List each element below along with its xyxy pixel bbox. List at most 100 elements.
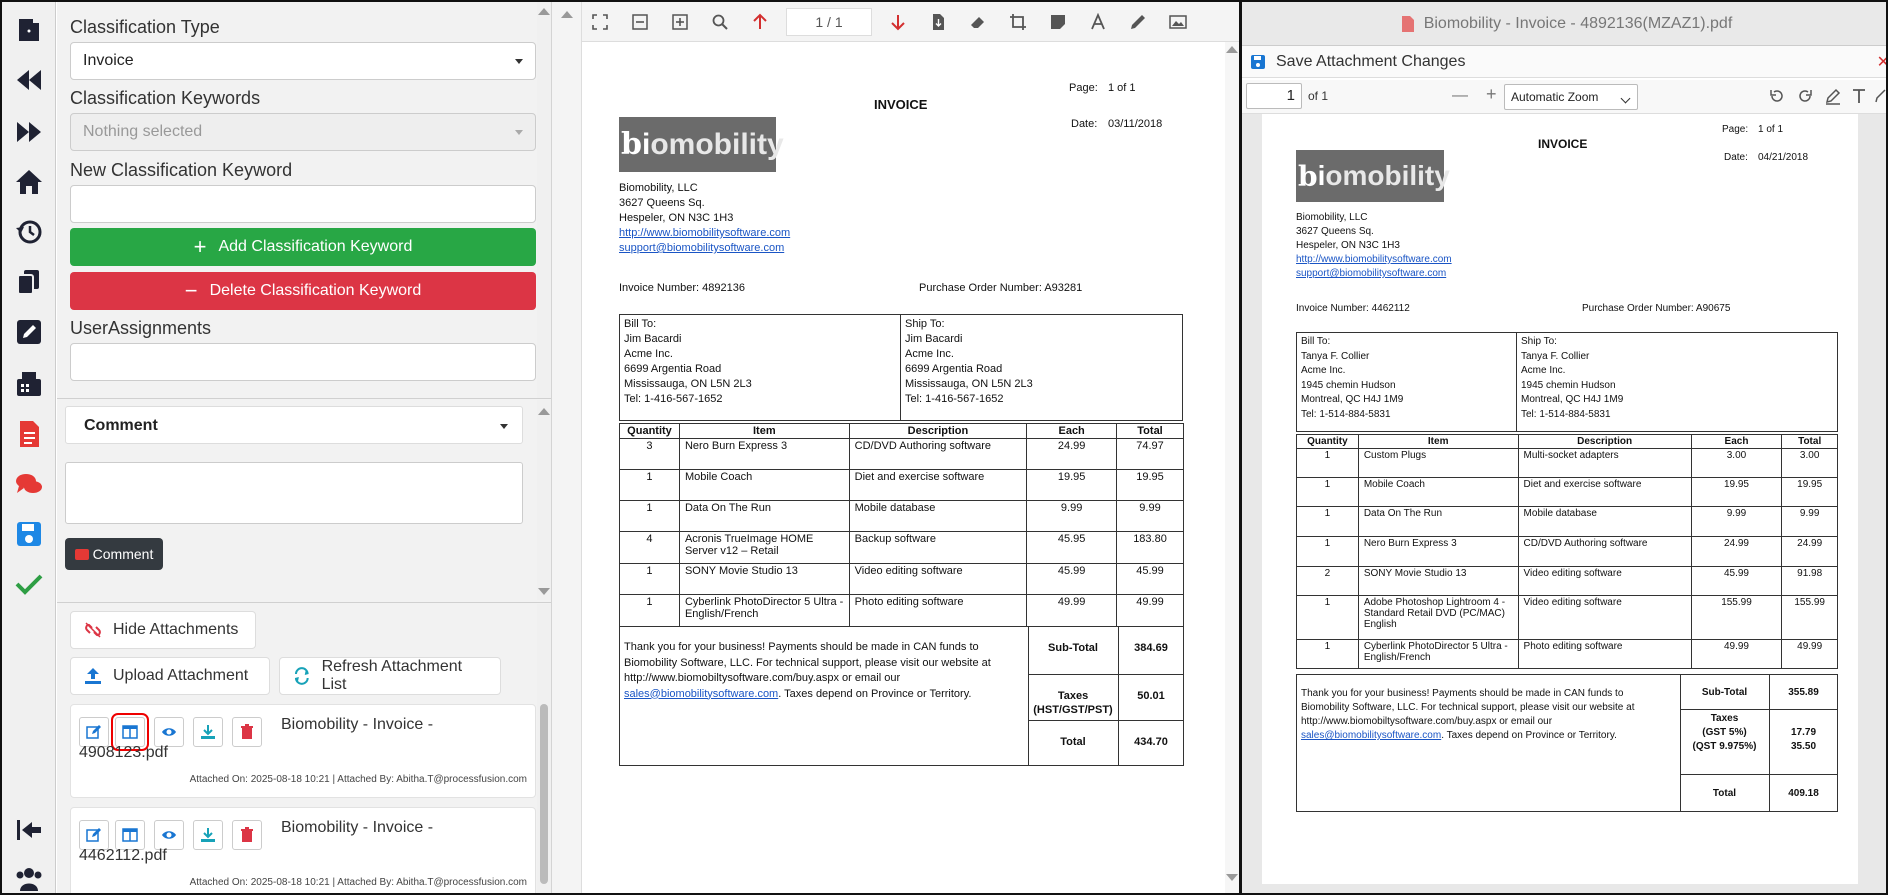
cell: 49.99 bbox=[1026, 594, 1118, 627]
scroll-down-icon[interactable] bbox=[1226, 874, 1238, 881]
fast-forward-icon[interactable] bbox=[11, 114, 47, 150]
cell: Acronis TrueImage HOME Server v12 – Reta… bbox=[678, 531, 850, 564]
cell: 1 bbox=[619, 563, 680, 595]
zoom-select[interactable]: Automatic Zoom bbox=[1504, 84, 1638, 110]
image-icon[interactable] bbox=[1166, 10, 1190, 34]
pdf-scrollbar[interactable] bbox=[1225, 42, 1239, 893]
hide-attachments-button[interactable]: Hide Attachments bbox=[70, 611, 256, 649]
upload-attachment-button[interactable]: Upload Attachment bbox=[70, 657, 270, 695]
draw-icon[interactable] bbox=[1874, 87, 1886, 110]
door-exit-icon[interactable] bbox=[11, 12, 47, 48]
fullscreen-icon[interactable] bbox=[588, 10, 612, 34]
save-attachment-bar[interactable]: Save Attachment Changes ✕ bbox=[1242, 46, 1886, 78]
checkmark-icon[interactable] bbox=[11, 566, 47, 602]
table-row: 3 Nero Burn Express 3 CD/DVD Authoring sof… bbox=[619, 438, 1184, 470]
company-web-link[interactable]: http://www.biomobilitysoftware.com bbox=[1296, 254, 1452, 265]
download-attachment-button[interactable] bbox=[193, 717, 223, 747]
page-number-input[interactable]: 1 bbox=[1246, 83, 1302, 109]
new-keyword-input[interactable] bbox=[70, 185, 536, 223]
highlight-icon[interactable] bbox=[1824, 87, 1842, 110]
scrollbar-thumb[interactable] bbox=[540, 704, 548, 884]
scroll-down-icon[interactable] bbox=[538, 588, 550, 595]
text-annotation-icon[interactable] bbox=[1850, 87, 1868, 110]
total-value: 434.70 bbox=[1134, 736, 1168, 748]
next-page-icon[interactable] bbox=[886, 10, 910, 34]
edit-icon[interactable] bbox=[11, 314, 47, 350]
delete-attachment-button[interactable] bbox=[232, 820, 262, 850]
classification-type-select[interactable]: Invoice bbox=[70, 42, 536, 80]
cell: Video editing software bbox=[1517, 566, 1692, 596]
delete-attachment-button[interactable] bbox=[232, 717, 262, 747]
zoom-in-icon[interactable]: + bbox=[1486, 84, 1497, 105]
edit-attachment-button[interactable] bbox=[79, 820, 109, 850]
split-view-button[interactable] bbox=[115, 820, 145, 850]
rotate-ccw-icon[interactable] bbox=[1768, 87, 1786, 110]
page-indicator[interactable]: 1 / 1 bbox=[786, 8, 872, 36]
zoom-out-icon[interactable] bbox=[628, 10, 652, 34]
view-attachment-button[interactable] bbox=[154, 717, 184, 747]
attachments-scrollbar[interactable] bbox=[537, 604, 551, 893]
zoom-in-icon[interactable] bbox=[668, 10, 692, 34]
scroll-up-icon[interactable] bbox=[538, 408, 550, 415]
save-icon[interactable] bbox=[11, 516, 47, 552]
company-email-link[interactable]: support@biomobilitysoftware.com bbox=[1296, 268, 1446, 279]
user-assignments-input[interactable] bbox=[70, 343, 536, 381]
invoice-number: Invoice Number: 4892136 bbox=[619, 282, 745, 294]
scroll-up-icon[interactable] bbox=[538, 8, 550, 15]
form-scrollbar[interactable] bbox=[537, 2, 551, 398]
totals-line bbox=[1680, 709, 1838, 710]
crop-icon[interactable] bbox=[1006, 10, 1030, 34]
sticky-note-icon[interactable] bbox=[1046, 10, 1070, 34]
company-web-link[interactable]: http://www.biomobilitysoftware.com bbox=[619, 227, 790, 239]
search-icon[interactable] bbox=[708, 10, 732, 34]
pen-icon[interactable] bbox=[1126, 10, 1150, 34]
text-tool-icon[interactable] bbox=[1086, 10, 1110, 34]
zoom-out-icon[interactable]: — bbox=[1452, 87, 1468, 105]
comment-button[interactable]: Comment bbox=[65, 538, 163, 570]
sales-email-link[interactable]: sales@biomobilitysoftware.com bbox=[1301, 730, 1441, 741]
bill-to-line: Acme Inc. bbox=[624, 348, 673, 360]
pdf-document-icon[interactable] bbox=[11, 416, 47, 452]
view-attachment-button[interactable] bbox=[154, 820, 184, 850]
comment-scrollbar[interactable] bbox=[537, 400, 551, 600]
eye-icon bbox=[162, 831, 176, 839]
refresh-attachment-button[interactable]: Refresh Attachment List bbox=[279, 657, 501, 695]
download-attachment-button[interactable] bbox=[193, 820, 223, 850]
cell: 1 bbox=[619, 469, 680, 501]
scroll-up-icon[interactable] bbox=[1226, 46, 1238, 53]
users-group-icon[interactable] bbox=[11, 860, 47, 893]
cell: Diet and exercise software bbox=[848, 469, 1028, 501]
history-icon[interactable] bbox=[11, 214, 47, 250]
download-file-icon[interactable] bbox=[926, 10, 950, 34]
collapse-sidebar-icon[interactable] bbox=[11, 812, 47, 848]
scroll-up-icon[interactable] bbox=[561, 11, 573, 18]
delete-keyword-button[interactable]: − Delete Classification Keyword bbox=[70, 272, 536, 310]
copy-icon[interactable] bbox=[11, 264, 47, 300]
total-label: Total bbox=[1712, 788, 1737, 799]
fax-machine-icon[interactable] bbox=[11, 366, 47, 402]
company-line: 3627 Queens Sq. bbox=[619, 197, 705, 209]
company-email-link[interactable]: support@biomobilitysoftware.com bbox=[619, 242, 784, 254]
comment-accordion[interactable]: Comment bbox=[65, 406, 523, 444]
column-header: Total bbox=[1116, 423, 1184, 439]
totals-line bbox=[1028, 720, 1184, 721]
sales-email-link[interactable]: sales@biomobilitysoftware.com bbox=[624, 688, 778, 700]
close-icon[interactable]: ✕ bbox=[1877, 52, 1886, 72]
eraser-icon[interactable] bbox=[966, 10, 990, 34]
split-view-button[interactable] bbox=[111, 713, 149, 751]
previous-page-icon[interactable] bbox=[748, 10, 772, 34]
comment-textarea[interactable] bbox=[65, 462, 523, 524]
fast-backward-icon[interactable] bbox=[11, 62, 47, 98]
rotate-cw-icon[interactable] bbox=[1796, 87, 1814, 110]
zoom-value: Automatic Zoom bbox=[1511, 90, 1599, 104]
home-icon[interactable] bbox=[11, 164, 47, 200]
thanks-line: Biomobility Software, LLC. For technical… bbox=[624, 656, 991, 669]
pdf-file-icon bbox=[1401, 15, 1414, 32]
edit-attachment-button[interactable] bbox=[79, 717, 109, 747]
company-logo: b i omobility bbox=[1296, 150, 1450, 202]
add-keyword-button[interactable]: + Add Classification Keyword bbox=[70, 228, 536, 266]
invoice-title: INVOICE bbox=[1538, 137, 1588, 151]
cell: 3.00 bbox=[1781, 448, 1838, 478]
comments-icon[interactable] bbox=[11, 466, 47, 502]
classification-keywords-select[interactable]: Nothing selected bbox=[70, 113, 536, 151]
